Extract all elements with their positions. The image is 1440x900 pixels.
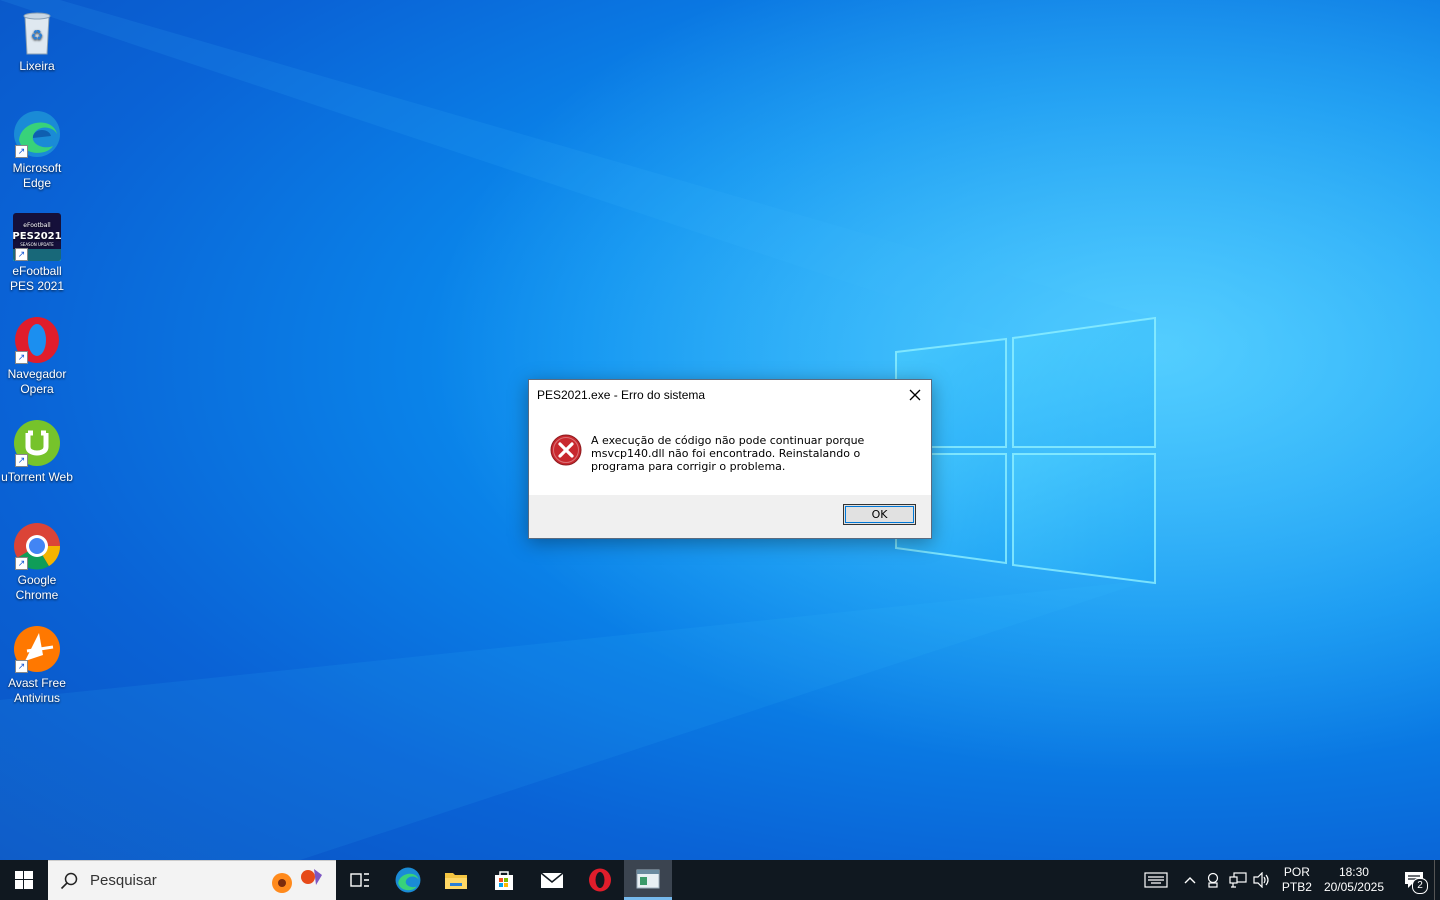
system-tray: POR PTB2 18:30 20/05/2025 2 bbox=[1134, 860, 1440, 900]
pes-tag-text: SEASON UPDATE bbox=[20, 242, 54, 247]
keyboard-icon bbox=[1144, 872, 1168, 888]
recycle-bin-icon: ♻ bbox=[13, 8, 61, 56]
start-button[interactable] bbox=[0, 860, 48, 900]
shortcut-arrow-icon: ↗ bbox=[15, 351, 28, 364]
close-button[interactable] bbox=[899, 380, 931, 410]
task-view-icon bbox=[350, 873, 369, 887]
language-code: POR bbox=[1283, 865, 1310, 879]
desktop-icon-label: Microsoft Edge bbox=[12, 161, 62, 190]
tray-meet-now[interactable] bbox=[1202, 860, 1226, 900]
error-icon bbox=[550, 434, 582, 466]
desktop-icon-label: eFootball PES 2021 bbox=[9, 264, 65, 293]
desktop-icon-chrome[interactable]: ↗ Google Chrome bbox=[0, 522, 74, 603]
desktop-icon-recycle-bin[interactable]: ♻ Lixeira bbox=[0, 8, 74, 74]
utorrent-icon: ↗ bbox=[13, 419, 61, 467]
task-view-button[interactable] bbox=[336, 860, 384, 900]
chevron-up-icon bbox=[1184, 877, 1196, 884]
keyboard-layout: PTB2 bbox=[1281, 880, 1312, 894]
desktop-icon-utorrent[interactable]: ↗ uTorrent Web bbox=[0, 419, 74, 485]
desktop-icon-avast[interactable]: ↗ Avast Free Antivirus bbox=[0, 625, 74, 706]
desktop-icon-opera[interactable]: ↗ Navegador Opera bbox=[0, 316, 74, 397]
tray-volume[interactable] bbox=[1250, 860, 1274, 900]
dialog-footer: OK bbox=[529, 495, 931, 538]
action-center-button[interactable]: 2 bbox=[1394, 860, 1434, 900]
clock-time: 18:30 bbox=[1338, 865, 1369, 879]
opera-icon bbox=[589, 868, 611, 892]
dialog-message: A execução de código não pode continuar … bbox=[591, 434, 865, 473]
speaker-icon bbox=[1253, 872, 1269, 888]
taskbar-opera[interactable] bbox=[576, 860, 624, 900]
app-window-icon bbox=[636, 869, 660, 888]
show-hidden-icons-button[interactable] bbox=[1178, 860, 1202, 900]
clock-date: 20/05/2025 bbox=[1323, 880, 1384, 894]
camera-icon bbox=[1207, 872, 1219, 888]
shortcut-arrow-icon: ↗ bbox=[15, 557, 28, 570]
desktop-icon-label: Navegador Opera bbox=[7, 367, 67, 396]
mail-icon bbox=[540, 872, 564, 888]
desktop-icon-label: uTorrent Web bbox=[1, 470, 73, 484]
taskbar-mail[interactable] bbox=[528, 860, 576, 900]
taskbar-store[interactable] bbox=[480, 860, 528, 900]
avast-icon: ↗ bbox=[13, 625, 61, 673]
folder-icon bbox=[445, 873, 467, 889]
taskbar-active-error-window[interactable] bbox=[624, 860, 672, 900]
chrome-icon: ↗ bbox=[13, 522, 61, 570]
shortcut-arrow-icon: ↗ bbox=[15, 145, 28, 158]
desktop-icon-pes2021[interactable]: eFootball PES2021 SEASON UPDATE ↗ eFootb… bbox=[0, 213, 74, 294]
tray-network[interactable] bbox=[1226, 860, 1250, 900]
edge-icon bbox=[395, 867, 421, 893]
pes-logo-text: PES2021 bbox=[13, 231, 61, 242]
keyboard-button[interactable] bbox=[1134, 860, 1178, 900]
dialog-title: PES2021.exe - Erro do sistema bbox=[537, 388, 706, 402]
pes-brand-text: eFootball bbox=[23, 222, 51, 229]
pes2021-icon: eFootball PES2021 SEASON UPDATE ↗ bbox=[12, 213, 62, 261]
store-icon bbox=[495, 871, 513, 890]
shortcut-arrow-icon: ↗ bbox=[15, 248, 28, 261]
notifications-badge: 2 bbox=[1412, 878, 1428, 894]
taskbar-edge[interactable] bbox=[384, 860, 432, 900]
svg-text:♻: ♻ bbox=[31, 27, 44, 43]
desktop-icon-label: Google Chrome bbox=[15, 573, 59, 602]
desktop-icon-label: Lixeira bbox=[19, 59, 55, 73]
taskbar-file-explorer[interactable] bbox=[432, 860, 480, 900]
windows-start-icon bbox=[15, 871, 33, 889]
dialog-titlebar[interactable]: PES2021.exe - Erro do sistema bbox=[529, 380, 931, 410]
shortcut-arrow-icon: ↗ bbox=[15, 660, 28, 673]
taskbar: Pesquisar POR PTB2 18:30 20/05/2025 2 bbox=[0, 860, 1440, 900]
search-icon bbox=[60, 872, 78, 889]
desktop-icon-edge[interactable]: ↗ Microsoft Edge bbox=[0, 110, 74, 191]
show-desktop-button[interactable] bbox=[1434, 860, 1440, 900]
language-indicator[interactable]: POR PTB2 bbox=[1282, 865, 1312, 895]
search-placeholder: Pesquisar bbox=[90, 872, 157, 889]
edge-icon: ↗ bbox=[13, 110, 61, 158]
desktop-icon-label: Avast Free Antivirus bbox=[8, 676, 66, 705]
network-icon bbox=[1229, 872, 1247, 888]
error-dialog: PES2021.exe - Erro do sistema A execução… bbox=[528, 379, 932, 539]
search-highlight-flowers-icon bbox=[272, 869, 322, 893]
shortcut-arrow-icon: ↗ bbox=[15, 454, 28, 467]
clock[interactable]: 18:30 20/05/2025 bbox=[1324, 865, 1384, 895]
ok-button[interactable]: OK bbox=[843, 504, 916, 525]
close-icon bbox=[909, 389, 921, 401]
opera-icon: ↗ bbox=[13, 316, 61, 364]
dialog-body: A execução de código não pode continuar … bbox=[529, 410, 931, 495]
search-box[interactable]: Pesquisar bbox=[48, 860, 336, 900]
